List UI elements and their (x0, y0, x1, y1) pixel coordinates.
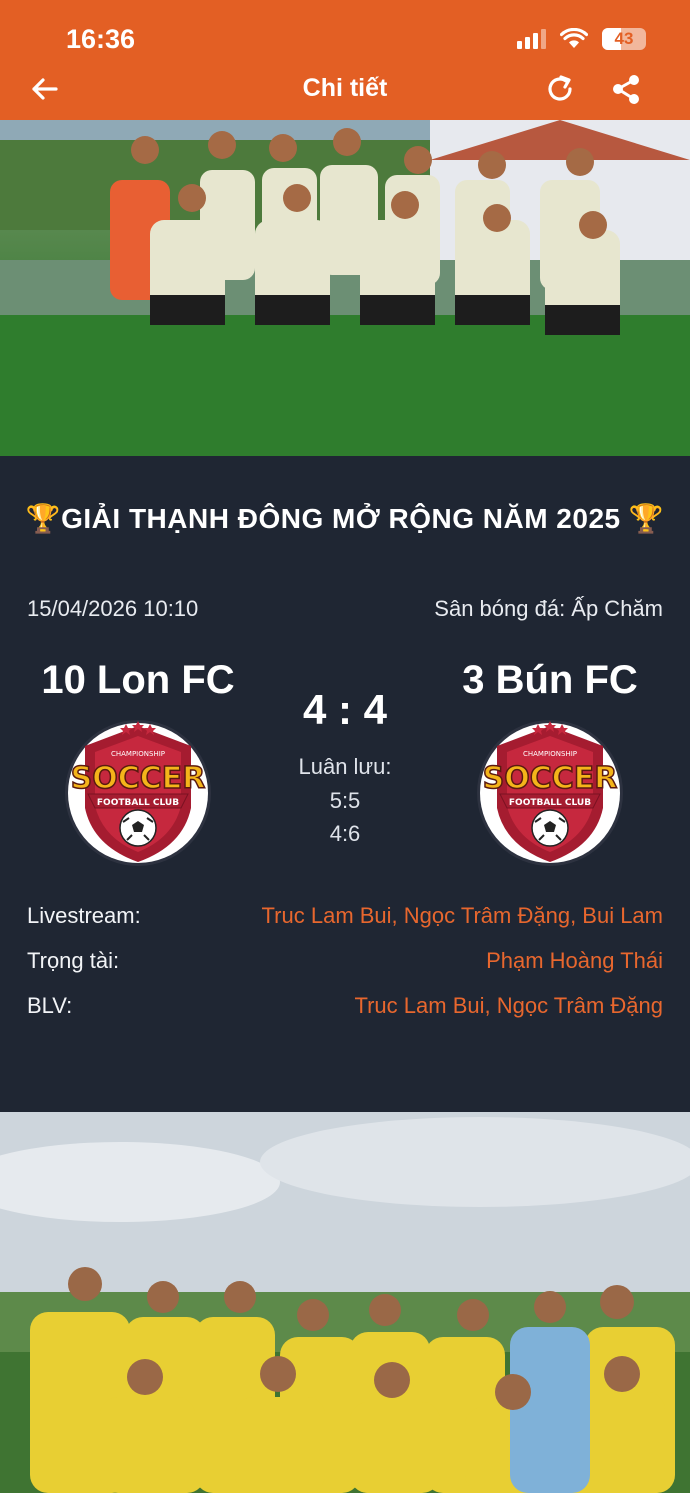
logo-title: SOCCER (71, 761, 206, 796)
livestream-row: Livestream: Truc Lam Bui, Ngọc Trâm Đặng… (27, 903, 663, 933)
home-team-name[interactable]: 10 Lon FC (8, 658, 268, 703)
match-datetime: 15/04/2026 10:10 (27, 596, 199, 621)
match-venue: Sân bóng đá: Ấp Chăm (434, 596, 663, 621)
livestream-label: Livestream: (27, 903, 141, 928)
commentator-value[interactable]: Truc Lam Bui, Ngọc Trâm Đặng (354, 993, 663, 1019)
commentator-label: BLV: (27, 993, 73, 1018)
logo-subtitle: FOOTBALL CLUB (509, 798, 591, 808)
referee-value[interactable]: Phạm Hoàng Thái (486, 948, 663, 974)
cellular-signal-icon (517, 29, 546, 49)
app-header: 16:36 43 Chi tiết (0, 0, 690, 120)
commentator-row: BLV: Truc Lam Bui, Ngọc Trâm Đặng (27, 993, 663, 1023)
logo-title: SOCCER (483, 761, 618, 796)
referee-row: Trọng tài: Phạm Hoàng Thái (27, 948, 663, 978)
logo-tagline: CHAMPIONSHIP (111, 750, 165, 758)
wifi-icon (560, 28, 588, 48)
logo-tagline: CHAMPIONSHIP (523, 750, 577, 758)
battery-icon: 43 (602, 28, 646, 50)
page-title: Chi tiết (302, 74, 388, 102)
refresh-icon[interactable] (544, 72, 576, 106)
tournament-title: 🏆GIẢI THẠNH ĐÔNG MỞ RỘNG NĂM 2025 🏆 (25, 503, 665, 534)
penalty-label: Luân lưu: (298, 754, 392, 779)
penalty-score-1: 5:5 (329, 788, 361, 813)
referee-label: Trọng tài: (27, 948, 120, 973)
home-team-photo (0, 120, 690, 456)
away-team-name[interactable]: 3 Bún FC (420, 658, 680, 703)
share-icon[interactable] (610, 72, 642, 106)
status-time: 16:36 (66, 24, 136, 54)
away-team-logo[interactable]: CHAMPIONSHIP SOCCER FOOTBALL CLUB (475, 718, 625, 868)
away-team-photo (0, 1112, 690, 1493)
logo-subtitle: FOOTBALL CLUB (97, 798, 179, 808)
status-icons: 43 (517, 28, 646, 50)
home-team-logo[interactable]: CHAMPIONSHIP SOCCER FOOTBALL CLUB (63, 718, 213, 868)
battery-level: 43 (614, 29, 634, 48)
livestream-value[interactable]: Truc Lam Bui, Ngọc Trâm Đặng, Bui Lam (262, 903, 663, 929)
penalty-score-2: 4:6 (329, 821, 361, 846)
match-score: 4 : 4 (302, 686, 388, 733)
